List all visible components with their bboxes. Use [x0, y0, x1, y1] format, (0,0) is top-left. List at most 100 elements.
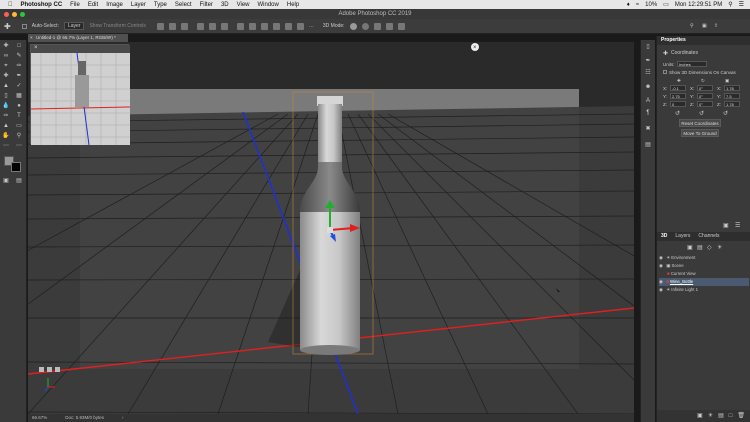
filter-lights-icon[interactable]: ☀ — [717, 244, 722, 251]
gradient-tool-icon[interactable]: ▦ — [15, 93, 23, 100]
align-right-icon[interactable] — [220, 22, 228, 30]
brush-panel-icon[interactable]: ✒ — [644, 58, 652, 65]
healing-brush-tool-icon[interactable]: ✚ — [2, 73, 10, 80]
visibility-eye-icon[interactable]: ◉ — [659, 278, 665, 286]
filter-materials-icon[interactable]: ◇ — [707, 244, 712, 251]
panel-delete-icon[interactable]: ▣ — [723, 222, 729, 229]
distribute-top-icon[interactable] — [236, 22, 244, 30]
type-tool-icon[interactable]: T — [15, 113, 23, 120]
search-icon[interactable]: ⚲ — [728, 1, 732, 8]
adjustments-panel-icon[interactable]: ☷ — [644, 70, 652, 77]
status-arrow-icon[interactable]: › — [122, 414, 124, 422]
move-tool-icon[interactable]: ✚ — [4, 22, 11, 31]
quick-mask-icon[interactable]: ▣ — [2, 178, 10, 185]
menu-layer[interactable]: Layer — [131, 2, 146, 8]
auto-select-checkbox[interactable] — [21, 23, 27, 29]
filter-meshes-icon[interactable]: ▤ — [697, 244, 703, 251]
menu-help[interactable]: Help — [287, 2, 299, 8]
visibility-eye-icon[interactable]: ◉ — [659, 262, 665, 270]
secondary-view-panel[interactable]: × — [30, 44, 131, 146]
gizmo-center[interactable] — [327, 227, 333, 233]
slide-3d-icon[interactable] — [385, 22, 393, 30]
dodge-tool-icon[interactable]: ● — [15, 103, 23, 110]
more-options-icon[interactable]: … — [309, 23, 314, 29]
doc-tab-close-icon[interactable]: × — [30, 34, 33, 42]
reset-coordinates-button[interactable]: Reset Coordinates — [679, 119, 721, 127]
layer-item[interactable]: ◉ ▣ Scene — [659, 262, 749, 270]
path-select-tool-icon[interactable]: ▲ — [2, 123, 10, 130]
pos-z-input[interactable]: 0 — [670, 101, 686, 107]
document-tab[interactable]: × Untitled-1 @ 66.7% (Layer 1, RGB/8#) * — [28, 34, 128, 42]
align-top-icon[interactable] — [156, 22, 164, 30]
tab-layers[interactable]: Layers — [675, 232, 690, 241]
tab-channels[interactable]: Channels — [698, 232, 719, 241]
shape-tool-icon[interactable]: ▭ — [15, 123, 23, 130]
new-mesh-icon[interactable]: ▤ — [718, 410, 724, 422]
menu-window[interactable]: Window — [258, 2, 279, 8]
distribute-vcenter-icon[interactable] — [248, 22, 256, 30]
auto-select-dropdown[interactable]: Layer — [63, 22, 85, 30]
properties-tab[interactable]: Properties — [661, 36, 686, 45]
screen-mode-icon[interactable]: ▤ — [15, 178, 23, 185]
distribute-hcenter-icon[interactable] — [284, 22, 292, 30]
layer-item[interactable]: ■ Current View — [659, 270, 749, 278]
hand-tool-icon[interactable]: ✋ — [2, 133, 10, 140]
eraser-tool-icon[interactable]: ▯ — [2, 93, 10, 100]
reset-scale-icon[interactable]: ↺ — [723, 110, 728, 117]
clone-stamp-tool-icon[interactable]: ▲ — [2, 83, 10, 90]
workspace-icon[interactable]: ▣ — [702, 23, 707, 29]
menu-select[interactable]: Select — [175, 2, 192, 8]
rot-z-input[interactable]: 0° — [697, 101, 713, 107]
background-color-swatch[interactable] — [11, 162, 21, 172]
eyedropper-tool-icon[interactable]: ✑ — [15, 63, 23, 70]
battery-icon[interactable]: ▭ — [663, 1, 669, 8]
menu-view[interactable]: View — [237, 2, 250, 8]
layer-item-selected[interactable]: ◉ ■ Wine_Bottle — [659, 278, 749, 286]
tool-presets-icon[interactable]: ✖ — [644, 126, 652, 133]
align-left-icon[interactable] — [196, 22, 204, 30]
layer-item[interactable]: ◉ ☀ Environment — [659, 254, 749, 262]
panel-menu-icon[interactable]: ☰ — [735, 222, 740, 229]
3d-panel-icon[interactable]: ▤ — [644, 142, 652, 149]
clock[interactable]: Mon 12:29:51 PM — [675, 2, 722, 8]
close-secondary-view-icon[interactable]: × — [34, 45, 38, 51]
distribute-left-icon[interactable] — [272, 22, 280, 30]
orbit-3d-icon[interactable] — [349, 22, 357, 30]
menu-filter[interactable]: Filter — [200, 2, 213, 8]
zoom-window-button[interactable] — [20, 12, 25, 17]
wifi-icon[interactable]: ≈ — [636, 2, 639, 8]
layer-item[interactable]: ◉ ☀ Infinite Light 1 — [659, 286, 749, 294]
visibility-eye-icon[interactable]: ◉ — [659, 286, 665, 294]
render-icon[interactable]: ▣ — [697, 410, 703, 422]
apple-icon[interactable]:  — [8, 2, 13, 8]
delete-icon[interactable]: 🗑 — [737, 410, 745, 422]
distribute-right-icon[interactable] — [296, 22, 304, 30]
pan-3d-icon[interactable] — [373, 22, 381, 30]
scale-z-input[interactable]: 1.78 — [724, 101, 740, 107]
units-dropdown[interactable]: Inches — [677, 61, 707, 67]
scale-3d-icon[interactable] — [397, 22, 405, 30]
rot-y-input[interactable]: 0° — [697, 93, 713, 99]
reset-rotation-icon[interactable]: ↺ — [699, 110, 704, 117]
distribute-bottom-icon[interactable] — [260, 22, 268, 30]
scale-x-input[interactable]: 1.78 — [724, 85, 740, 91]
share-icon[interactable]: ⇧ — [714, 23, 718, 29]
menu-file[interactable]: File — [70, 2, 80, 8]
menu-type[interactable]: Type — [154, 2, 167, 8]
new-object-icon[interactable]: □ — [729, 410, 733, 422]
blur-tool-icon[interactable]: 💧 — [2, 103, 10, 110]
scale-y-input[interactable]: 7.5 — [724, 93, 740, 99]
zoom-tool-icon[interactable]: ⚲ — [15, 133, 23, 140]
align-vcenter-icon[interactable] — [168, 22, 176, 30]
filter-whole-scene-icon[interactable]: ▣ — [687, 244, 693, 251]
menu-extras-icon[interactable]: ☰ — [739, 1, 744, 8]
pos-y-input[interactable]: 2.75 — [670, 93, 686, 99]
quick-select-tool-icon[interactable]: ✎ — [15, 53, 23, 60]
menu-edit[interactable]: Edit — [88, 2, 98, 8]
paragraph-panel-icon[interactable]: ¶ — [644, 110, 652, 117]
tab-3d[interactable]: 3D — [661, 232, 667, 241]
add-light-icon[interactable]: ☀ — [708, 410, 713, 422]
edit-toolbar-icon[interactable]: ⋯ — [2, 143, 10, 150]
visibility-eye-icon[interactable]: ◉ — [659, 254, 665, 262]
pen-tool-icon[interactable]: ✑ — [2, 113, 10, 120]
